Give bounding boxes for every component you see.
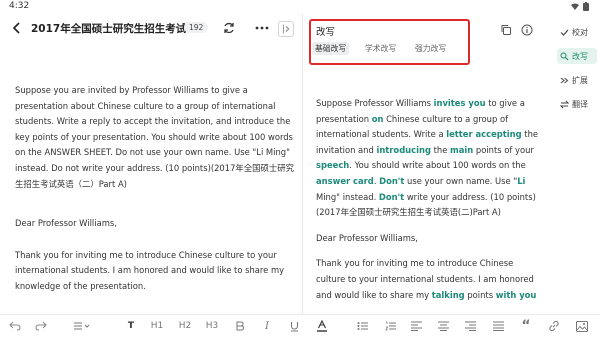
rewrite-icon <box>560 52 569 60</box>
sidebar-item-rewrite[interactable]: 改写 <box>557 48 597 64</box>
rewrite-greeting: Dear Professor Williams, <box>316 232 418 243</box>
check-icon <box>560 29 569 36</box>
text-segment: points <box>464 289 496 300</box>
text-segment: . You should write about 100 words on th… <box>349 160 526 171</box>
status-bar: 4:32 <box>0 0 600 14</box>
wifi-battery-icon <box>571 2 589 11</box>
rewritten-phrase: answer card <box>316 175 374 186</box>
sync-icon[interactable] <box>222 21 236 35</box>
rewritten-phrase: invites you <box>433 98 486 108</box>
align-right-icon[interactable] <box>464 319 476 333</box>
heading-1-button[interactable]: H1 <box>150 319 164 333</box>
prompt-paragraph: Suppose you are invited by Professor Wil… <box>15 85 295 189</box>
more-options-icon[interactable] <box>254 21 270 35</box>
info-icon[interactable] <box>521 24 533 36</box>
rewritten-phrase: Don't <box>378 191 405 202</box>
rewritten-phrase: introducing <box>376 144 431 155</box>
heading-2-button[interactable]: H2 <box>178 319 192 333</box>
rewrite-output: Suppose Professor Williams invites you t… <box>316 96 541 313</box>
rewritten-phrase: speech <box>316 160 350 171</box>
text-segment: the <box>430 144 451 155</box>
text-segment: use your own name. Use " <box>404 175 518 186</box>
expand-icon <box>560 77 569 83</box>
translate-icon <box>560 100 569 108</box>
undo-icon[interactable] <box>8 319 22 333</box>
rewritten-phrase: with you <box>495 289 537 300</box>
text-segment: Ming" instead. <box>316 191 379 202</box>
editor-header: 2017年全国硕士研究生招生考试 192 <box>0 14 302 44</box>
align-center-icon[interactable] <box>437 319 449 333</box>
greeting-paragraph: Dear Professor Williams, <box>15 218 117 229</box>
paragraph-style-icon[interactable] <box>72 319 92 333</box>
sidebar-item-translate[interactable]: 翻译 <box>557 96 597 112</box>
sidebar-item-label: 扩展 <box>572 75 588 85</box>
rewritten-phrase: letter accepting <box>446 129 522 140</box>
redo-icon[interactable] <box>34 319 48 333</box>
quote-button[interactable]: “ <box>520 318 532 334</box>
word-count-badge: 192 <box>184 22 209 33</box>
sidebar-item-expand[interactable]: 扩展 <box>557 72 597 88</box>
numbered-list-icon[interactable] <box>384 319 396 333</box>
heading-3-button[interactable]: H3 <box>205 319 219 333</box>
italic-button[interactable]: I <box>262 319 272 333</box>
rewritten-phrase: main <box>450 144 474 155</box>
rewrite-paragraph-1: Suppose Professor Williams invites you t… <box>316 96 541 221</box>
status-time: 4:32 <box>9 1 30 11</box>
document-title: 2017年全国硕士研究生招生考试 <box>31 23 187 35</box>
back-arrow-icon[interactable] <box>10 21 24 35</box>
text-segment: points of your <box>473 144 534 155</box>
collapse-panel-icon[interactable] <box>278 21 294 37</box>
text-color-icon[interactable] <box>316 319 328 333</box>
bullet-list-icon[interactable] <box>356 319 368 333</box>
link-icon[interactable] <box>548 319 560 333</box>
text-style-button[interactable]: T <box>125 319 137 333</box>
image-icon[interactable] <box>576 319 588 333</box>
pane-divider <box>302 14 303 314</box>
rewritten-phrase: talking <box>431 289 465 300</box>
copy-icon[interactable] <box>500 24 512 36</box>
source-document[interactable]: Suppose you are invited by Professor Wil… <box>15 83 295 311</box>
bold-icon[interactable] <box>234 319 246 333</box>
rewrite-paragraph-2: Thank you for inviting me to introduce C… <box>316 256 541 303</box>
align-left-icon[interactable] <box>410 319 422 333</box>
formatting-toolbar: T H1 H2 H3 I “ <box>0 314 600 337</box>
align-justify-icon[interactable] <box>492 319 504 333</box>
rewritten-phrase: Li <box>517 175 526 186</box>
sidebar-item-proofread[interactable]: 校对 <box>557 24 597 40</box>
text-segment: Suppose Professor Williams <box>316 98 434 108</box>
sidebar-item-label: 改写 <box>572 51 588 61</box>
annotation-highlight-box <box>309 19 470 65</box>
sidebar-item-label: 翻译 <box>572 99 588 109</box>
sidebar-item-label: 校对 <box>572 27 588 37</box>
rewritten-phrase: on <box>371 113 384 124</box>
rewritten-phrase: Don't <box>379 175 405 186</box>
underline-icon[interactable] <box>288 319 300 333</box>
body-paragraph: Thank you for inviting me to introduce C… <box>15 249 285 291</box>
